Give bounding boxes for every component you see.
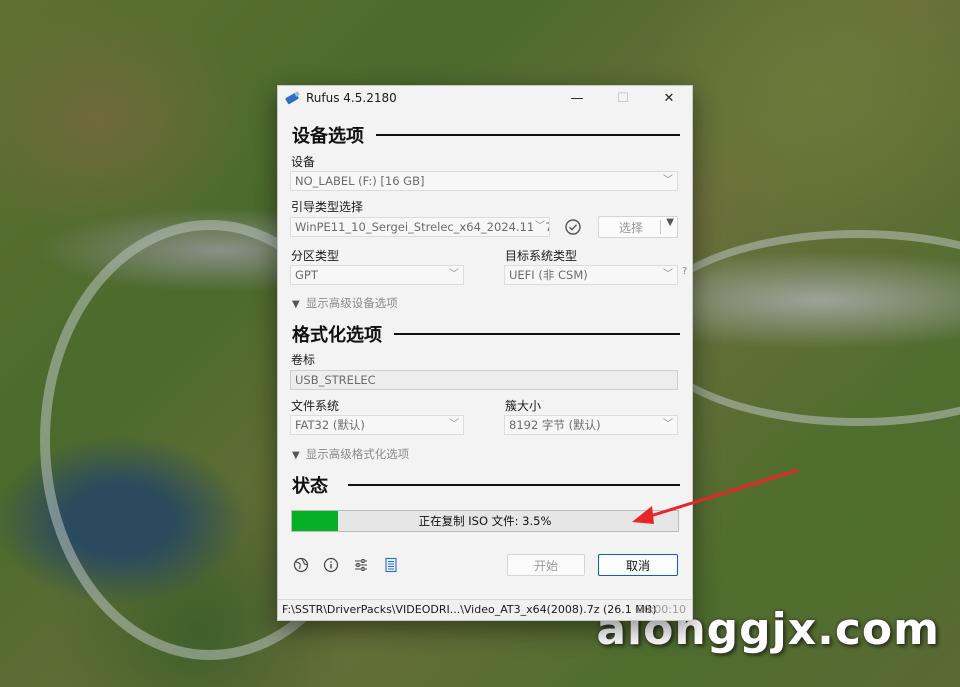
- cluster-size-select[interactable]: 8192 字节 (默认) ﹀: [504, 415, 678, 435]
- partition-scheme-select[interactable]: GPT ﹀: [290, 265, 464, 285]
- rufus-window: Rufus 4.5.2180 — ☐ ✕ 设备选项 设备 NO_LABEL (F…: [277, 85, 693, 621]
- section-divider: [376, 134, 680, 136]
- cancel-button[interactable]: 取消: [598, 554, 678, 576]
- partition-scheme-label: 分区类型: [291, 249, 340, 263]
- drive-section-title: 设备选项: [292, 126, 364, 147]
- log-icon[interactable]: [382, 556, 400, 574]
- maximize-button[interactable]: ☐: [600, 86, 646, 110]
- chevron-down-icon: ﹀: [663, 269, 673, 280]
- file-system-select[interactable]: FAT32 (默认) ﹀: [290, 415, 464, 435]
- chevron-down-icon: ﹀: [533, 218, 545, 236]
- show-advanced-drive-toggle[interactable]: ▼ 显示高级设备选项: [292, 295, 398, 311]
- annotation-arrow: [632, 468, 799, 524]
- chevron-down-icon: ﹀: [449, 269, 459, 280]
- file-system-value: FAT32 (默认): [295, 418, 365, 432]
- status-bar: F:\SSTR\DriverPacks\VIDEODRI...\Video_AT…: [278, 599, 692, 620]
- info-icon[interactable]: [322, 556, 340, 574]
- select-image-button[interactable]: 选择 ▼: [598, 216, 678, 238]
- split-divider: [660, 220, 661, 234]
- globe-icon[interactable]: [292, 556, 310, 574]
- target-system-select[interactable]: UEFI (非 CSM) ﹀: [504, 265, 678, 285]
- boot-selection-value: WinPE11_10_Sergei_Strelec_x64_2024.11.27…: [295, 220, 550, 234]
- chevron-down-icon: ﹀: [663, 175, 673, 186]
- volume-label-label: 卷标: [291, 353, 316, 367]
- chevron-down-icon: ﹀: [663, 419, 673, 430]
- drive-section-header: 设备选项: [292, 122, 680, 148]
- target-system-label: 目标系统类型: [505, 249, 578, 263]
- help-icon[interactable]: ?: [682, 266, 687, 277]
- device-select[interactable]: NO_LABEL (F:) [16 GB] ﹀: [290, 171, 678, 191]
- file-system-label: 文件系统: [291, 399, 340, 413]
- volume-label-input[interactable]: USB_STRELEC: [290, 370, 678, 390]
- show-advanced-format-toggle[interactable]: ▼ 显示高级格式化选项: [292, 446, 409, 462]
- minimize-button[interactable]: —: [554, 86, 600, 110]
- format-section-title: 格式化选项: [292, 325, 382, 346]
- chevron-down-icon: ▼: [292, 450, 300, 461]
- elapsed-timer: 00:00:10: [636, 603, 686, 616]
- chevron-down-icon: ﹀: [449, 419, 459, 430]
- target-system-value: UEFI (非 CSM): [509, 268, 588, 282]
- checksum-icon[interactable]: [564, 218, 582, 236]
- cluster-size-label: 簇大小: [505, 399, 542, 413]
- settings-sliders-icon[interactable]: [352, 556, 370, 574]
- show-advanced-drive-label: 显示高级设备选项: [305, 296, 398, 310]
- dropdown-arrow-icon[interactable]: ▼: [666, 217, 674, 228]
- cluster-size-value: 8192 字节 (默认): [509, 418, 601, 432]
- show-advanced-format-label: 显示高级格式化选项: [305, 447, 410, 461]
- start-button[interactable]: 开始: [507, 554, 585, 576]
- device-label: 设备: [291, 155, 316, 169]
- format-section-header: 格式化选项: [292, 321, 680, 347]
- status-path-text: F:\SSTR\DriverPacks\VIDEODRI...\Video_AT…: [282, 603, 657, 616]
- device-select-value: NO_LABEL (F:) [16 GB]: [295, 174, 425, 188]
- boot-selection-select[interactable]: WinPE11_10_Sergei_Strelec_x64_2024.11.27…: [290, 217, 550, 237]
- close-button[interactable]: ✕: [646, 86, 692, 110]
- rufus-usb-icon: [285, 91, 300, 105]
- select-image-button-label: 选择: [618, 220, 643, 235]
- status-section-title: 状态: [292, 476, 328, 497]
- title-bar: Rufus 4.5.2180 — ☐ ✕: [278, 86, 692, 110]
- boot-selection-label: 引导类型选择: [291, 200, 364, 214]
- chevron-down-icon: ▼: [292, 299, 300, 310]
- window-title: Rufus 4.5.2180: [306, 91, 397, 105]
- partition-scheme-value: GPT: [295, 268, 318, 282]
- section-divider: [394, 333, 680, 335]
